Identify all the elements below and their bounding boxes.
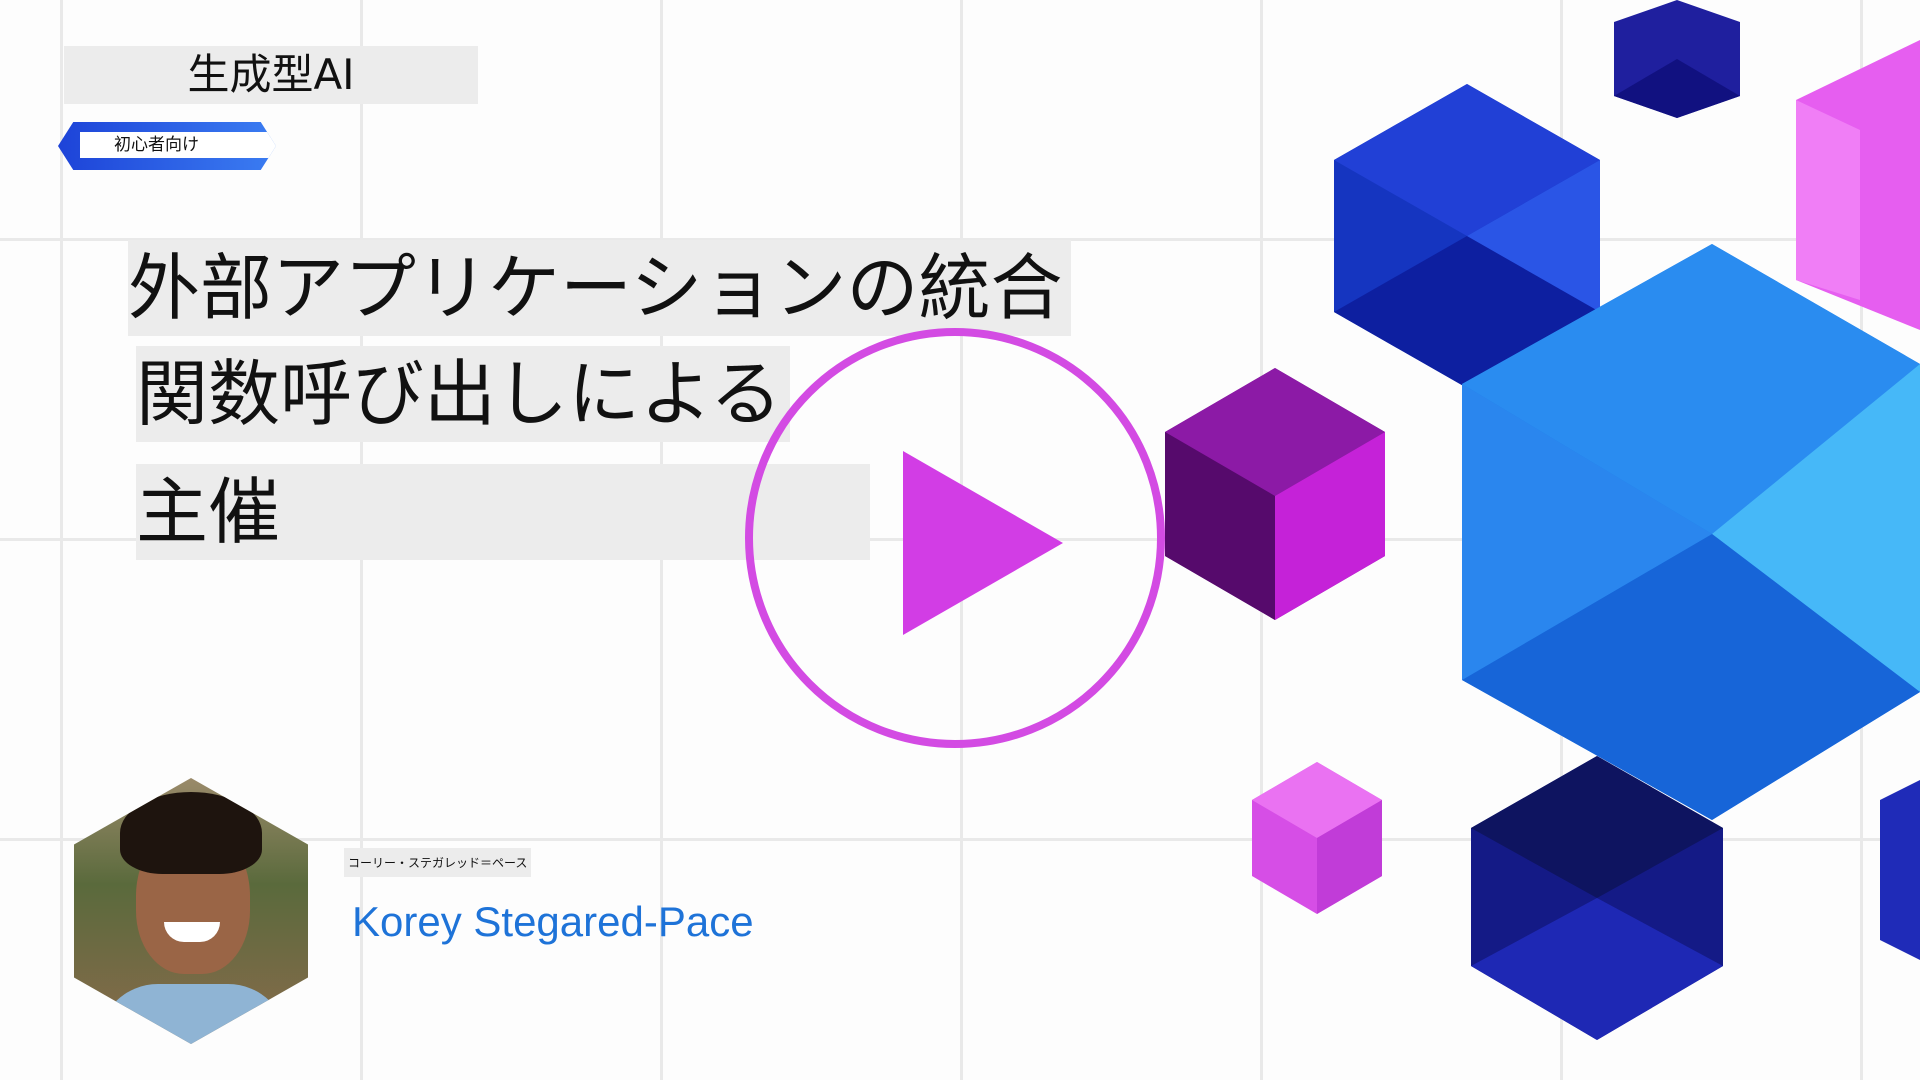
host-name: Korey Stegared-Pace — [352, 898, 754, 945]
lesson-title-line-2: 関数呼び出しによる — [136, 346, 790, 442]
host-caption: コーリー・ステガレッド＝ペース — [344, 848, 532, 877]
course-title: 生成型AI — [64, 46, 478, 104]
lesson-title-line-1: 外部アプリケーションの統合 — [128, 240, 1071, 336]
level-badge-label: 初心者向け — [80, 132, 276, 158]
level-badge: 初心者向け — [58, 122, 276, 170]
